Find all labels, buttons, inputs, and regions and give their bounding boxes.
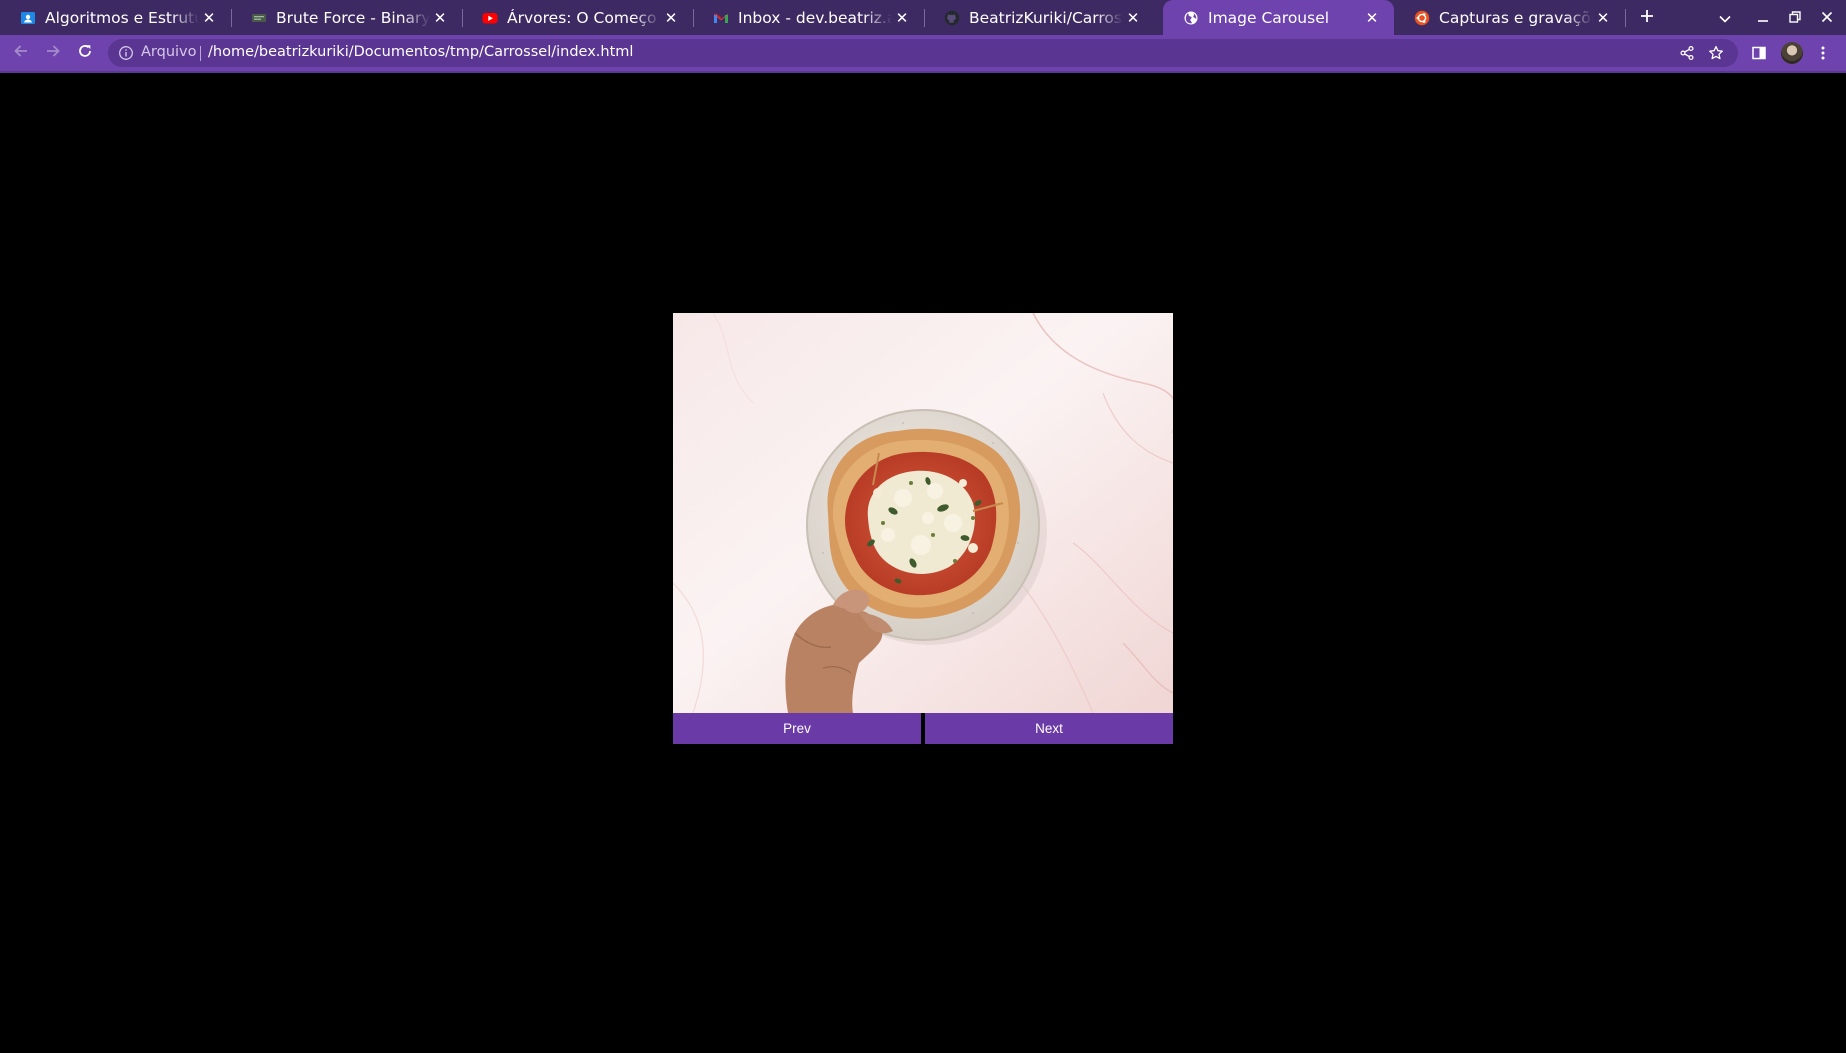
toolbar-divider bbox=[0, 71, 1846, 73]
ubuntu-icon bbox=[1414, 10, 1430, 26]
tab-title: Algoritmos e Estrutura d bbox=[45, 8, 199, 27]
tab-arvores[interactable]: Árvores: O Começo de TU ✕ bbox=[462, 0, 693, 35]
tab-title: Capturas e gravações de bbox=[1439, 8, 1593, 27]
tab-algoritmos[interactable]: Algoritmos e Estrutura d ✕ bbox=[0, 0, 231, 35]
tab-title: BeatrizKuriki/Carrossel: bbox=[969, 8, 1123, 27]
image-carousel: Prev Next bbox=[673, 313, 1173, 744]
carousel-slide bbox=[673, 313, 1173, 713]
plus-icon bbox=[1640, 8, 1654, 27]
tab-brute-force[interactable]: Brute Force - Binary Tree ✕ bbox=[231, 0, 462, 35]
address-bar[interactable]: Arquivo /home/beatrizkuriki/Documentos/t… bbox=[108, 39, 1738, 67]
close-icon[interactable]: ✕ bbox=[430, 9, 450, 27]
close-icon[interactable]: ✕ bbox=[1123, 9, 1143, 27]
restore-icon bbox=[1789, 8, 1801, 27]
omnibox-divider bbox=[200, 46, 201, 61]
tab-strip: Algoritmos e Estrutura d ✕ Brute Force -… bbox=[0, 0, 1846, 35]
prev-button[interactable]: Prev bbox=[673, 713, 921, 744]
new-tab-button[interactable] bbox=[1634, 0, 1660, 35]
url-text[interactable]: /home/beatrizkuriki/Documentos/tmp/Carro… bbox=[208, 44, 633, 60]
close-window-button[interactable] bbox=[1815, 0, 1839, 35]
tab-separator bbox=[1625, 9, 1626, 27]
tab-title: Inbox - dev.beatriz.alenc bbox=[738, 8, 892, 27]
minimize-button[interactable] bbox=[1751, 0, 1775, 35]
tab-title: Árvores: O Começo de TU bbox=[507, 8, 661, 27]
site-info-label[interactable]: Arquivo bbox=[141, 44, 197, 60]
tab-capturas[interactable]: Capturas e gravações de ✕ bbox=[1394, 0, 1625, 35]
gmail-icon bbox=[713, 10, 729, 26]
next-button[interactable]: Next bbox=[925, 713, 1173, 744]
close-icon[interactable]: ✕ bbox=[1362, 9, 1382, 27]
forward-button[interactable] bbox=[36, 35, 70, 71]
back-button[interactable] bbox=[4, 35, 38, 71]
close-icon[interactable]: ✕ bbox=[1593, 9, 1613, 27]
carousel-controls: Prev Next bbox=[673, 713, 1173, 744]
close-icon[interactable]: ✕ bbox=[199, 9, 219, 27]
star-icon[interactable] bbox=[1708, 45, 1724, 61]
tab-title: Brute Force - Binary Tree bbox=[276, 8, 430, 27]
tab-inbox[interactable]: Inbox - dev.beatriz.alenc ✕ bbox=[693, 0, 924, 35]
arrow-left-icon bbox=[13, 43, 29, 63]
reload-icon bbox=[77, 43, 93, 63]
tab-image-carousel[interactable]: Image Carousel ✕ bbox=[1163, 0, 1394, 35]
close-icon[interactable]: ✕ bbox=[892, 9, 912, 27]
terminal-icon bbox=[251, 10, 267, 26]
close-icon bbox=[1821, 8, 1833, 27]
tab-title: Image Carousel bbox=[1208, 8, 1330, 27]
tab-search-button[interactable] bbox=[1714, 0, 1736, 35]
globe-icon bbox=[1183, 10, 1199, 26]
arrow-right-icon bbox=[45, 43, 61, 63]
restore-button[interactable] bbox=[1783, 0, 1807, 35]
side-panel-icon[interactable] bbox=[1750, 44, 1768, 62]
more-menu-icon[interactable] bbox=[1814, 44, 1832, 62]
chevron-down-icon bbox=[1719, 8, 1731, 27]
minimize-icon bbox=[1757, 8, 1769, 27]
classroom-icon bbox=[20, 10, 36, 26]
info-icon[interactable] bbox=[118, 45, 134, 61]
close-icon[interactable]: ✕ bbox=[661, 9, 681, 27]
avatar[interactable] bbox=[1781, 42, 1803, 64]
github-icon bbox=[944, 10, 960, 26]
tab-github[interactable]: BeatrizKuriki/Carrossel: ✕ bbox=[924, 0, 1155, 35]
reload-button[interactable] bbox=[68, 35, 102, 71]
youtube-icon bbox=[482, 10, 498, 26]
share-icon[interactable] bbox=[1679, 45, 1695, 61]
pizza-on-plate-image bbox=[673, 313, 1173, 713]
